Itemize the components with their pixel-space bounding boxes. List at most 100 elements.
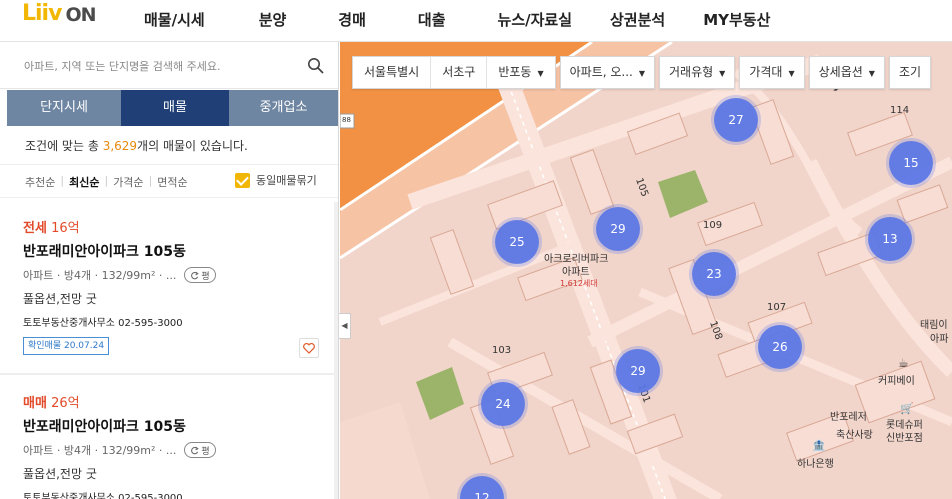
listing-item[interactable]: 전세 16억 반포래미안아이파크 105동 아파트 · 방4개 · 132/99… bbox=[0, 217, 338, 367]
price-range-dropdown[interactable]: 가격대 ▼ bbox=[739, 56, 805, 89]
search-input[interactable] bbox=[24, 54, 294, 78]
map-canvas[interactable]: 88 아크로리버파크 아파트 1,612세대 커피베이 ☕ 반포레저 축산사랑 … bbox=[340, 42, 952, 499]
nav-item-news[interactable]: 뉴스/자료실 bbox=[498, 9, 572, 30]
logo-text-on: ON bbox=[65, 4, 96, 26]
sidebar: 단지시세 매물 중개업소 조건에 맞는 총 3,629개의 매물이 있습니다. … bbox=[0, 42, 339, 499]
logo[interactable]: Liiv ON bbox=[22, 0, 97, 26]
park-area bbox=[416, 367, 464, 420]
result-count-suffix: 개의 매물이 있습니다. bbox=[137, 139, 248, 153]
listing-agent[interactable]: 토토부동산중개사무소 02-595-3000 bbox=[23, 314, 183, 329]
region-dong-dropdown[interactable]: 반포동 ▼ bbox=[487, 57, 554, 88]
property-type-dropdown[interactable]: 아파트, 오... ▼ bbox=[559, 56, 655, 89]
sidebar-collapse-button[interactable]: ◀ bbox=[339, 313, 351, 339]
chevron-down-icon: ▼ bbox=[638, 69, 645, 78]
cafe-label[interactable]: 커피베이 bbox=[878, 372, 915, 387]
listing-deal: 전세 16억 bbox=[23, 217, 80, 236]
sort-area[interactable]: 면적순 bbox=[157, 174, 187, 190]
listing-deal: 매매 26억 bbox=[23, 392, 80, 411]
nav-item-auction[interactable]: 경매 bbox=[338, 9, 366, 30]
pyeong-toggle[interactable]: 평 bbox=[184, 267, 216, 283]
tab-listings[interactable]: 매물 bbox=[121, 90, 229, 126]
listing-info-text: 아파트 · 방4개 · 132/99m² · ... bbox=[23, 444, 177, 457]
region-city[interactable]: 서울특별시 bbox=[353, 57, 432, 88]
listing-cluster-marker[interactable]: 29 bbox=[616, 349, 660, 393]
road-number-label: 88 bbox=[342, 116, 351, 124]
cart-icon: 🛒 bbox=[900, 402, 914, 415]
butcher-label[interactable]: 축산사랑 bbox=[836, 426, 873, 441]
chevron-down-icon: ▼ bbox=[719, 69, 726, 78]
result-count-prefix: 조건에 맞는 총 bbox=[25, 139, 103, 153]
app-root: Liiv ON 매물/시세 분양 경매 대출 뉴스/자료실 상권분석 MY부동산… bbox=[0, 0, 952, 499]
heart-icon bbox=[303, 342, 315, 354]
refresh-icon bbox=[191, 446, 200, 454]
listing-info-text: 아파트 · 방4개 · 132/99m² · ... bbox=[23, 269, 177, 282]
group-duplicates-checkbox[interactable] bbox=[235, 172, 250, 188]
sort-separator: | bbox=[60, 174, 65, 187]
listing-cluster-marker[interactable]: 24 bbox=[481, 382, 525, 426]
building-number-label: 107 bbox=[767, 302, 787, 313]
tab-agencies[interactable]: 중개업소 bbox=[229, 90, 338, 126]
building-number-label: 114 bbox=[890, 105, 910, 116]
sort-newest[interactable]: 최신순 bbox=[69, 174, 99, 190]
listing-info: 아파트 · 방4개 · 132/99m² · ... 평 bbox=[23, 267, 216, 283]
listing-cluster-marker[interactable]: 26 bbox=[758, 325, 802, 369]
listing-title[interactable]: 반포래미안아이파크 105동 bbox=[23, 241, 186, 261]
tab-complex-price[interactable]: 단지시세 bbox=[7, 90, 121, 126]
chevron-down-icon: ▼ bbox=[868, 69, 875, 78]
nav-item-my-realestate[interactable]: MY부동산 bbox=[703, 9, 770, 30]
listing-cluster-marker[interactable]: 29 bbox=[596, 207, 640, 251]
result-count: 조건에 맞는 총 3,629개의 매물이 있습니다. bbox=[25, 137, 248, 154]
top-navigation: Liiv ON 매물/시세 분양 경매 대출 뉴스/자료실 상권분석 MY부동산 bbox=[0, 0, 952, 42]
listing-scrollbar[interactable] bbox=[334, 202, 338, 499]
listing-info: 아파트 · 방4개 · 132/99m² · ... 평 bbox=[23, 442, 216, 458]
listing-cluster-marker[interactable]: 25 bbox=[495, 220, 539, 264]
pyeong-toggle[interactable]: 평 bbox=[184, 442, 216, 458]
search-icon[interactable] bbox=[307, 57, 325, 75]
nav-item-commercial[interactable]: 상권분석 bbox=[610, 9, 665, 30]
sort-options: 추천순 | 최신순 | 가격순 | 면적순 bbox=[25, 174, 188, 190]
refresh-icon bbox=[191, 271, 200, 279]
more-filter-dropdown[interactable]: 조기 bbox=[888, 56, 932, 89]
leisure-label[interactable]: 반포레저 bbox=[830, 408, 867, 423]
building-number-label: 109 bbox=[703, 220, 723, 231]
favorite-button[interactable] bbox=[299, 338, 319, 358]
complex-units-label: 1,612세대 bbox=[560, 279, 598, 288]
group-duplicates-label: 동일매물묶기 bbox=[256, 174, 317, 187]
listing-price: 16억 bbox=[51, 221, 80, 236]
temple-label[interactable]: 태림이 bbox=[920, 316, 948, 331]
pyeong-label: 평 bbox=[201, 446, 210, 457]
detail-options-dropdown[interactable]: 상세옵션 ▼ bbox=[808, 56, 885, 89]
complex-type-label: 아파트 bbox=[562, 267, 590, 278]
listing-cluster-marker[interactable]: 23 bbox=[692, 252, 736, 296]
group-duplicates-toggle[interactable]: 동일매물묶기 bbox=[235, 172, 317, 188]
listing-cluster-marker[interactable]: 27 bbox=[714, 98, 758, 142]
listing-title[interactable]: 반포래미안아이파크 105동 bbox=[23, 416, 186, 436]
listing-price: 26억 bbox=[51, 396, 80, 411]
bank-label[interactable]: 하나은행 bbox=[797, 455, 834, 470]
sort-separator: | bbox=[104, 174, 109, 187]
nav-item-loan[interactable]: 대출 bbox=[418, 9, 446, 30]
listing-item[interactable]: 매매 26억 반포래미안아이파크 105동 아파트 · 방4개 · 132/99… bbox=[0, 392, 338, 499]
logo-text-liiv: Liiv bbox=[22, 1, 62, 26]
region-district[interactable]: 서초구 bbox=[431, 57, 488, 88]
listing-description: 풀옵션,전망 굿 bbox=[23, 292, 97, 306]
main-menu: 매물/시세 분양 경매 대출 뉴스/자료실 상권분석 MY부동산 bbox=[144, 9, 770, 30]
region-breadcrumb: 서울특별시 서초구 반포동 ▼ bbox=[352, 56, 556, 89]
listing-description: 풀옵션,전망 굿 bbox=[23, 467, 97, 481]
listing-agent[interactable]: 토토부동산중개사무소 02-595-3000 bbox=[23, 489, 183, 499]
nav-item-presale[interactable]: 분양 bbox=[259, 9, 287, 30]
region-dong-label: 반포동 bbox=[498, 65, 532, 79]
deal-type-dropdown[interactable]: 거래유형 ▼ bbox=[659, 56, 736, 89]
cafe-icon: ☕ bbox=[898, 356, 909, 370]
bank-icon: 🏦 bbox=[812, 439, 826, 452]
listing-cluster-marker[interactable]: 15 bbox=[889, 141, 933, 185]
pyeong-label: 평 bbox=[201, 271, 210, 282]
property-type-label: 아파트, 오... bbox=[569, 65, 633, 79]
sort-recommended[interactable]: 추천순 bbox=[25, 174, 55, 190]
listing-cluster-marker[interactable]: 13 bbox=[868, 217, 912, 261]
sort-price[interactable]: 가격순 bbox=[113, 174, 143, 190]
sidebar-tabs: 단지시세 매물 중개업소 bbox=[7, 90, 338, 126]
nav-item-listings[interactable]: 매물/시세 bbox=[144, 9, 205, 30]
listing-deal-type: 전세 bbox=[23, 221, 47, 236]
price-range-label: 가격대 bbox=[749, 65, 783, 79]
